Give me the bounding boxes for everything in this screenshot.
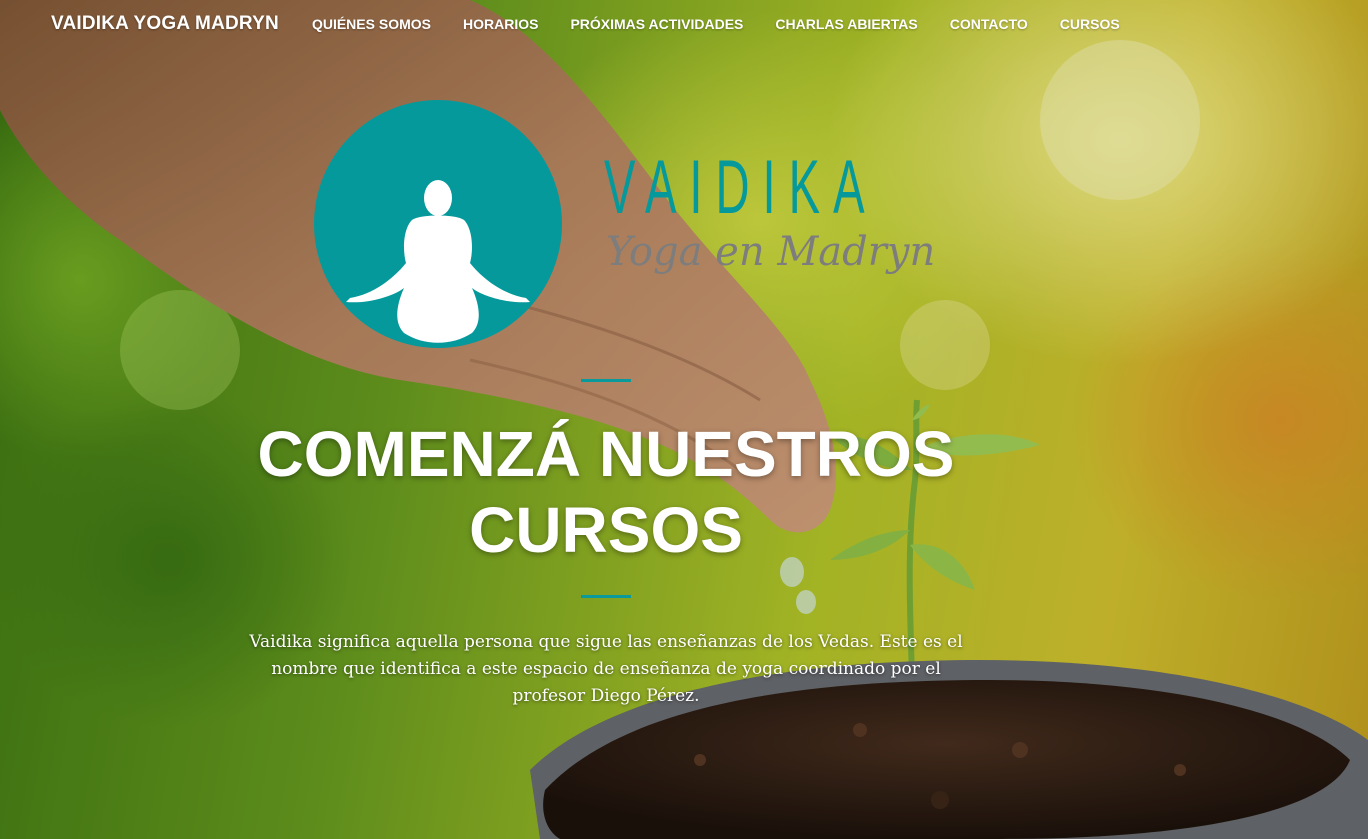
- menu-item-quienes-somos[interactable]: QUIÉNES SOMOS: [296, 16, 447, 32]
- logo-subtitle: Yoga en Madryn: [606, 229, 936, 275]
- main-menu: QUIÉNES SOMOS HORARIOS PRÓXIMAS ACTIVIDA…: [296, 16, 1136, 32]
- menu-item-horarios[interactable]: HORARIOS: [447, 16, 554, 32]
- menu-item-cursos[interactable]: CURSOS: [1044, 16, 1136, 32]
- hero-description: Vaidika significa aquella persona que si…: [249, 632, 963, 706]
- meditating-figure-icon: [314, 100, 562, 348]
- hero-headline: COMENZÁ NUESTROS CURSOS: [257, 418, 955, 566]
- menu-item-contacto[interactable]: CONTACTO: [934, 16, 1044, 32]
- top-navbar: VAIDIKA YOGA MADRYN QUIÉNES SOMOS HORARI…: [0, 0, 1368, 48]
- divider-top: [581, 379, 631, 382]
- menu-item-proximas-actividades[interactable]: PRÓXIMAS ACTIVIDADES: [554, 16, 759, 32]
- site-brand[interactable]: VAIDIKA YOGA MADRYN: [51, 13, 279, 35]
- menu-item-charlas-abiertas[interactable]: CHARLAS ABIERTAS: [759, 16, 933, 32]
- divider-bottom: [581, 595, 631, 598]
- logo-wordmark: VAIDIKA: [604, 145, 878, 230]
